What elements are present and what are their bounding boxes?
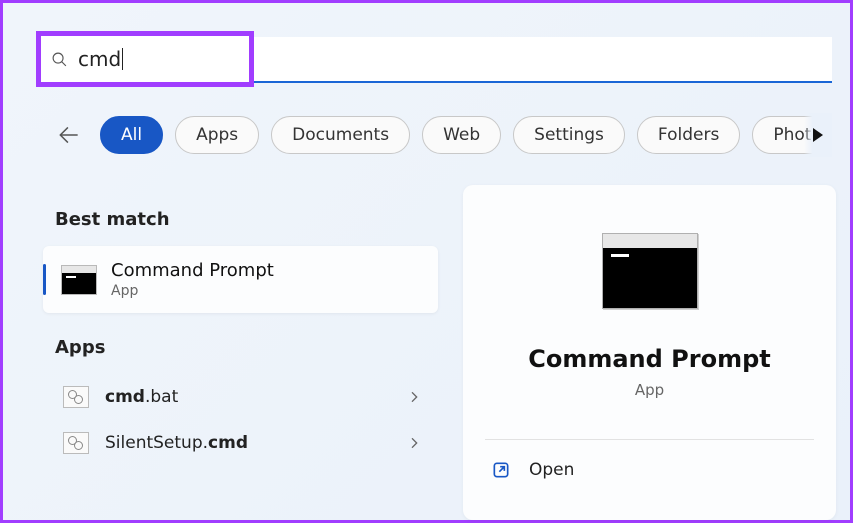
filter-chip-apps[interactable]: Apps — [175, 116, 259, 154]
best-match-title: Command Prompt — [111, 260, 274, 281]
app-result-row[interactable]: cmd.bat — [43, 374, 438, 420]
filter-chip-all[interactable]: All — [100, 116, 163, 154]
chevron-right-icon — [406, 435, 422, 451]
results-pane: Best match Command Prompt App Apps cmd.b… — [43, 185, 438, 520]
detail-subtitle: App — [635, 381, 664, 399]
filter-chip-scroll: All Apps Documents Web Settings Folders … — [100, 116, 832, 154]
best-match-text: Command Prompt App — [111, 260, 274, 299]
filter-chip-folders[interactable]: Folders — [637, 116, 740, 154]
best-match-subtitle: App — [111, 283, 274, 299]
command-prompt-large-icon — [602, 233, 698, 309]
windows-search-panel: cmd All Apps Documents Web Settings Fold… — [0, 0, 853, 523]
open-action-label: Open — [529, 460, 574, 480]
back-arrow-icon[interactable] — [56, 122, 82, 148]
batch-file-icon — [63, 386, 89, 408]
app-result-name: SilentSetup.cmd — [105, 433, 406, 453]
command-prompt-icon — [61, 265, 97, 295]
app-result-row[interactable]: SilentSetup.cmd — [43, 420, 438, 466]
filter-chip-web[interactable]: Web — [422, 116, 501, 154]
filter-chip-documents[interactable]: Documents — [271, 116, 410, 154]
open-external-icon — [491, 460, 511, 480]
filter-chip-row: All Apps Documents Web Settings Folders … — [56, 116, 832, 154]
apps-list: cmd.bat SilentSetup.cmd — [43, 374, 438, 466]
search-query-text: cmd — [78, 47, 121, 71]
search-input-wrapper[interactable]: cmd — [36, 31, 254, 87]
scroll-filters-right[interactable] — [804, 113, 832, 157]
open-action[interactable]: Open — [463, 440, 836, 500]
best-match-heading: Best match — [55, 209, 438, 230]
play-right-icon — [811, 127, 825, 143]
best-match-result[interactable]: Command Prompt App — [43, 246, 438, 313]
chevron-right-icon — [406, 389, 422, 405]
batch-file-icon — [63, 432, 89, 454]
filter-chip-settings[interactable]: Settings — [513, 116, 625, 154]
detail-pane: Command Prompt App Open — [463, 185, 836, 520]
app-result-name: cmd.bat — [105, 387, 406, 407]
search-icon — [51, 51, 68, 68]
text-caret — [122, 48, 123, 70]
apps-heading: Apps — [55, 337, 438, 358]
detail-title: Command Prompt — [528, 345, 771, 373]
